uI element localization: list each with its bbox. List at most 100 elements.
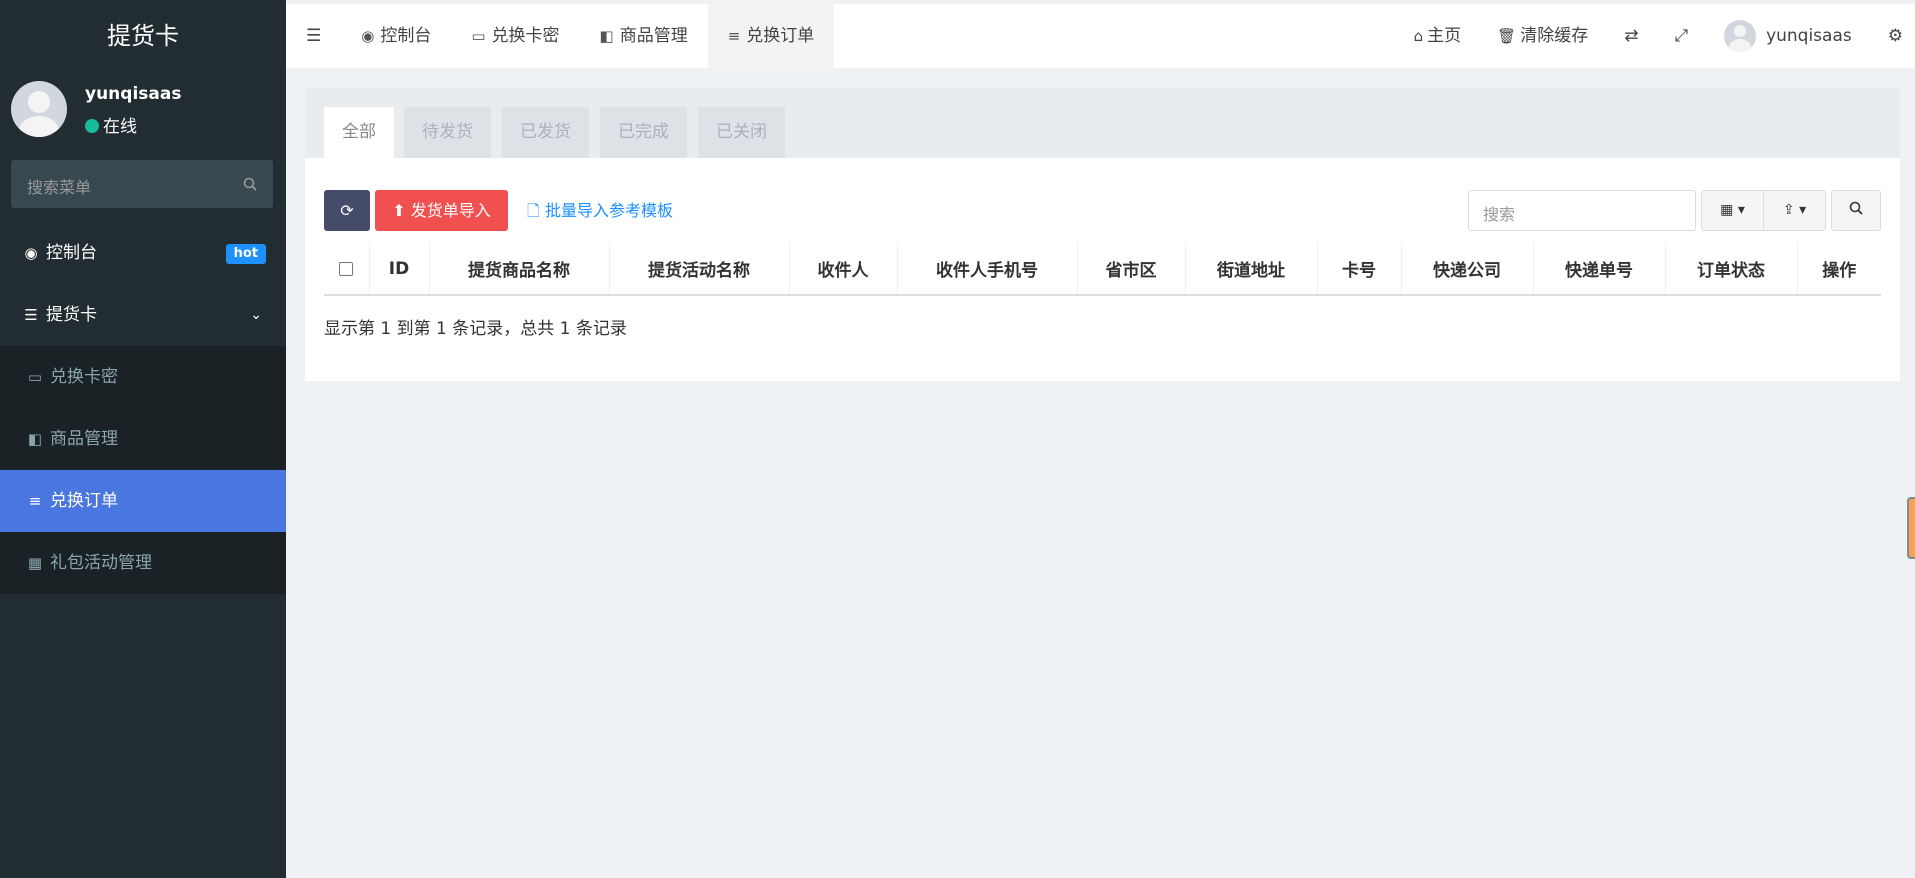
tab-pending-shipment[interactable]: 待发货 <box>404 107 491 158</box>
tab-label: 控制台 <box>380 26 432 46</box>
column-header[interactable]: 街道地址 <box>1185 243 1318 296</box>
user-panel: yunqisaas 在线 <box>0 72 286 142</box>
export-button[interactable]: ⇪ ▾ <box>1764 191 1825 230</box>
clear-cache-button[interactable]: 🗑 清除缓存 <box>1479 4 1606 68</box>
pagination-summary: 显示第 1 到第 1 条记录，总共 1 条记录 <box>324 319 627 339</box>
shopping-bag-icon: ◧ <box>27 430 43 448</box>
tab-dashboard[interactable]: ◉ 控制台 <box>341 4 451 68</box>
sidebar-menu: ◉ 控制台 hot ☰ 提货卡 ⌄ ▭ 兑换卡密 ◧ 商品管理 ≡ 兑换订单 ▦ 礼包活动管… <box>0 222 286 594</box>
refresh-button[interactable]: ⟳ <box>324 190 370 231</box>
refresh-icon: ⟳ <box>340 201 354 220</box>
hamburger-icon: ☰ <box>306 26 322 46</box>
user-status: 在线 <box>85 112 137 137</box>
tab-label: 兑换卡密 <box>491 26 560 46</box>
sidebar-item-label: 礼包活动管理 <box>50 553 152 573</box>
user-name: yunqisaas <box>1766 26 1852 46</box>
table-search-input[interactable]: 搜索 <box>1468 190 1696 231</box>
home-link[interactable]: ⌂ 主页 <box>1396 4 1480 68</box>
tab-closed[interactable]: 已关闭 <box>698 107 785 158</box>
credit-card-icon: ▭ <box>471 27 486 45</box>
column-export-group: ▦ ▾ ⇪ ▾ <box>1701 190 1826 231</box>
avatar <box>1724 20 1757 52</box>
sidebar-item-products[interactable]: ◧ 商品管理 <box>0 408 286 470</box>
tab-all[interactable]: 全部 <box>324 107 394 158</box>
user-status-label: 在线 <box>103 117 137 137</box>
tab-redeem-orders[interactable]: ≡ 兑换订单 <box>707 4 835 68</box>
credit-card-icon: ▭ <box>27 368 43 386</box>
orders-panel: 全部 待发货 已发货 已完成 已关闭 ⟳ ⬆ 发货单导入 🗋 批量导入参考模板 … <box>305 88 1900 381</box>
status-tabs: 全部 待发货 已发货 已完成 已关闭 <box>305 88 1900 158</box>
sidebar-item-label: 提货卡 <box>46 305 97 325</box>
column-header[interactable]: 快递公司 <box>1401 243 1534 296</box>
sidebar-item-dashboard[interactable]: ◉ 控制台 hot <box>0 222 286 284</box>
column-header[interactable]: 操作 <box>1797 243 1881 296</box>
tab-products[interactable]: ◧ 商品管理 <box>580 4 708 68</box>
clear-cache-label: 清除缓存 <box>1520 26 1589 46</box>
file-icon: 🗋 <box>527 201 540 220</box>
column-header[interactable]: 收件人手机号 <box>897 243 1078 296</box>
import-shipment-button[interactable]: ⬆ 发货单导入 <box>375 190 508 231</box>
shopping-bag-icon: ◧ <box>599 27 614 45</box>
hot-badge: hot <box>225 244 266 264</box>
sidebar-submenu: ▭ 兑换卡密 ◧ 商品管理 ≡ 兑换订单 ▦ 礼包活动管理 <box>0 346 286 594</box>
sidebar-item-gift-campaigns[interactable]: ▦ 礼包活动管理 <box>0 532 286 594</box>
sidebar-item-label: 兑换订单 <box>50 491 118 511</box>
column-header[interactable]: 订单状态 <box>1665 243 1798 296</box>
tab-redeem-codes[interactable]: ▭ 兑换卡密 <box>451 4 579 68</box>
online-dot-icon <box>85 119 99 133</box>
trash-icon: 🗑 <box>1497 27 1517 45</box>
import-label: 发货单导入 <box>410 201 491 220</box>
column-header[interactable]: 卡号 <box>1317 243 1402 296</box>
language-button[interactable]: ⇄ <box>1606 4 1656 68</box>
nav-tabs: ☰ ◉ 控制台 ▭ 兑换卡密 ◧ 商品管理 ≡ 兑换订单 <box>286 4 835 68</box>
dashboard-icon: ◉ <box>24 244 38 262</box>
sidebar-toggle-button[interactable]: ☰ <box>286 4 341 68</box>
expand-icon: ⤢ <box>1674 26 1689 46</box>
sidebar-item-redeem-orders[interactable]: ≡ 兑换订单 <box>0 470 286 532</box>
advanced-search-button[interactable] <box>1831 190 1881 231</box>
table-toolbar: ⟳ ⬆ 发货单导入 🗋 批量导入参考模板 搜索 ▦ ▾ ⇪ ▾ <box>324 190 1881 232</box>
brand-title[interactable]: 提货卡 <box>0 0 286 72</box>
tab-shipped[interactable]: 已发货 <box>502 107 589 158</box>
home-label: 主页 <box>1427 26 1462 46</box>
columns-toggle-button[interactable]: ▦ ▾ <box>1702 191 1764 230</box>
nav-right: ⌂ 主页 🗑 清除缓存 ⇄ ⤢ yunqisaas ⚙ <box>1396 4 1915 68</box>
sidebar-item-pickup-card[interactable]: ☰ 提货卡 ⌄ <box>0 284 286 346</box>
export-icon: ⇪ <box>1782 202 1795 218</box>
select-all-checkbox[interactable] <box>324 243 370 296</box>
side-drawer-handle[interactable] <box>1907 497 1915 559</box>
gears-icon: ⚙ <box>1887 26 1903 46</box>
table-header-row: ID 提货商品名称 提货活动名称 收件人 收件人手机号 省市区 街道地址 卡号 … <box>324 243 1881 296</box>
avatar <box>11 81 67 137</box>
fullscreen-button[interactable]: ⤢ <box>1656 4 1706 68</box>
column-header[interactable]: 提货活动名称 <box>609 243 790 296</box>
top-navbar: ☰ ◉ 控制台 ▭ 兑换卡密 ◧ 商品管理 ≡ 兑换订单 ⌂ 主页 🗑 清除缓存 ⇄ ⤢ y… <box>286 0 1915 68</box>
search-icon[interactable] <box>243 176 257 196</box>
dashboard-icon: ◉ <box>361 27 375 45</box>
search-icon <box>1849 201 1863 219</box>
template-link-label: 批量导入参考模板 <box>544 201 673 220</box>
tab-label: 商品管理 <box>619 26 688 46</box>
column-header[interactable]: ID <box>369 243 430 296</box>
user-menu[interactable]: yunqisaas <box>1706 4 1870 68</box>
menu-search-placeholder: 搜索菜单 <box>27 178 92 197</box>
column-header[interactable]: 提货商品名称 <box>429 243 610 296</box>
column-header[interactable]: 快递单号 <box>1533 243 1666 296</box>
tab-label: 兑换订单 <box>746 26 815 46</box>
sidebar-item-redeem-codes[interactable]: ▭ 兑换卡密 <box>0 346 286 408</box>
bars-icon: ≡ <box>727 27 741 45</box>
user-name: yunqisaas <box>85 84 182 104</box>
chevron-down-icon: ⌄ <box>250 307 262 323</box>
search-placeholder: 搜索 <box>1483 205 1516 224</box>
settings-button[interactable]: ⚙ <box>1870 4 1915 68</box>
menu-search-input[interactable]: 搜索菜单 <box>11 160 273 208</box>
column-header[interactable]: 省市区 <box>1077 243 1186 296</box>
tab-completed[interactable]: 已完成 <box>600 107 687 158</box>
column-header[interactable]: 收件人 <box>789 243 898 296</box>
bars-icon: ≡ <box>28 492 42 510</box>
checkbox-icon[interactable] <box>339 261 354 276</box>
upload-icon: ⬆ <box>392 201 406 220</box>
import-template-link[interactable]: 🗋 批量导入参考模板 <box>527 190 673 231</box>
sidebar-item-label: 商品管理 <box>50 429 118 449</box>
home-icon: ⌂ <box>1413 27 1424 45</box>
